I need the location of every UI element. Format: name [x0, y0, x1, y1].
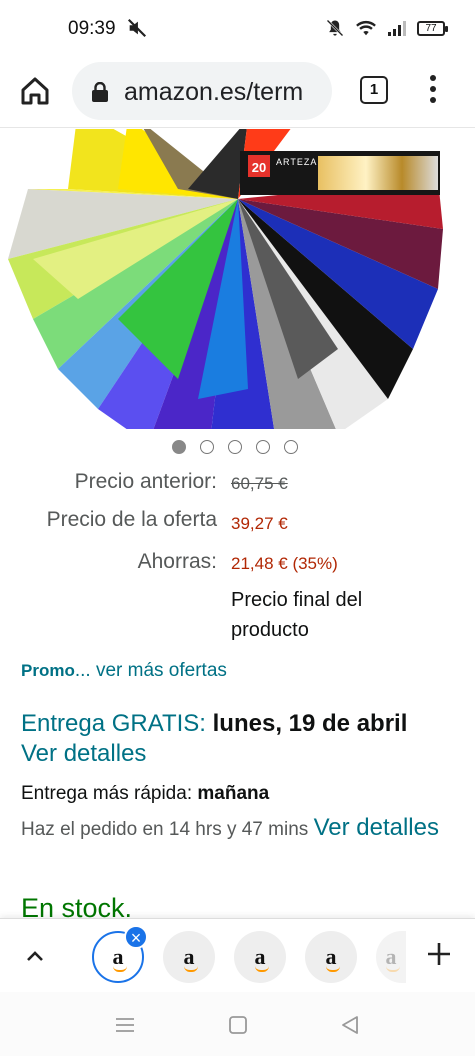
amazon-logo-icon: a [112, 944, 127, 972]
new-tab-plus-icon[interactable] [424, 939, 454, 969]
back-nav-icon[interactable] [338, 1014, 362, 1036]
close-tab-icon[interactable]: × [124, 925, 148, 949]
previous-price-label: Precio anterior: [74, 470, 217, 493]
amazon-logo-icon: a [254, 944, 269, 972]
brand-name-text: ARTEZA [276, 157, 317, 167]
mute-icon [127, 18, 147, 38]
wifi-icon [356, 20, 376, 36]
delivery-details-link[interactable]: Ver detalles [21, 740, 146, 768]
carousel-dots [172, 440, 298, 454]
order-details-link[interactable]: Ver detalles [314, 814, 439, 841]
tab-thumbnail[interactable]: a [305, 931, 357, 983]
tab-thumbnail[interactable]: a [234, 931, 286, 983]
carousel-dot[interactable] [284, 440, 298, 454]
url-text: amazon.es/term [124, 78, 304, 106]
order-deadline-text: Haz el pedido en 14 hrs y 47 mins [21, 819, 309, 840]
promo-more-link[interactable]: ... ver más ofertas [75, 660, 227, 681]
fastest-delivery-line: Entrega más rápida: mañana [21, 783, 269, 805]
home-nav-icon[interactable] [226, 1014, 250, 1036]
promo-label: Promo [21, 661, 75, 680]
free-delivery-line: Entrega GRATIS: lunes, 19 de abril [21, 710, 407, 738]
status-icons: 77 [325, 18, 448, 38]
amazon-logo-icon: a [385, 944, 400, 972]
fastest-delivery-value: mañana [197, 783, 270, 804]
savings-label: Ahorras: [137, 550, 217, 573]
final-price-note: Precio final del producto [231, 589, 363, 641]
vinyl-sheets-fan-image: 20 ARTEZA [8, 129, 443, 429]
status-bar: 09:39 77 [0, 0, 475, 56]
product-image[interactable]: 20 ARTEZA [0, 129, 475, 429]
order-deadline-line: Haz el pedido en 14 hrs y 47 mins Ver de… [21, 812, 461, 845]
free-delivery-label[interactable]: Entrega GRATIS: [21, 710, 206, 737]
offer-price-value: 39,27 € [231, 514, 288, 533]
signal-icon [388, 21, 406, 36]
system-nav-bar [0, 992, 475, 1056]
fastest-delivery-label: Entrega más rápida: [21, 783, 193, 804]
tab-strip: a × a a a a [0, 918, 475, 992]
carousel-dot[interactable] [200, 440, 214, 454]
tab-switcher-button[interactable]: 1 [360, 76, 388, 104]
brand-badge-text: 20 [252, 160, 266, 175]
promo-row[interactable]: Promo... ver más ofertas [21, 660, 227, 682]
lock-icon [92, 82, 108, 102]
amazon-logo-icon: a [183, 944, 198, 972]
url-bar[interactable]: amazon.es/term [72, 62, 332, 120]
recent-apps-icon[interactable] [113, 1014, 137, 1036]
home-icon[interactable] [18, 74, 52, 108]
more-menu-icon[interactable] [424, 72, 442, 108]
status-time: 09:39 [68, 18, 116, 39]
battery-icon: 77 [417, 20, 448, 36]
previous-price-value: 60,75 € [231, 474, 288, 493]
amazon-logo-icon: a [325, 944, 340, 972]
offer-price-label: Precio de la oferta [46, 508, 217, 531]
browser-toolbar: amazon.es/term 1 [0, 56, 475, 128]
carousel-dot[interactable] [172, 440, 186, 454]
dnd-bell-icon [326, 19, 344, 37]
savings-value: 21,48 € (35%) [231, 554, 338, 573]
tab-thumbnail[interactable]: a [376, 931, 406, 983]
carousel-dot[interactable] [256, 440, 270, 454]
tab-thumbnail[interactable]: a [163, 931, 215, 983]
chevron-up-icon[interactable] [24, 945, 46, 967]
carousel-dot[interactable] [228, 440, 242, 454]
delivery-date: lunes, 19 de abril [212, 710, 408, 737]
